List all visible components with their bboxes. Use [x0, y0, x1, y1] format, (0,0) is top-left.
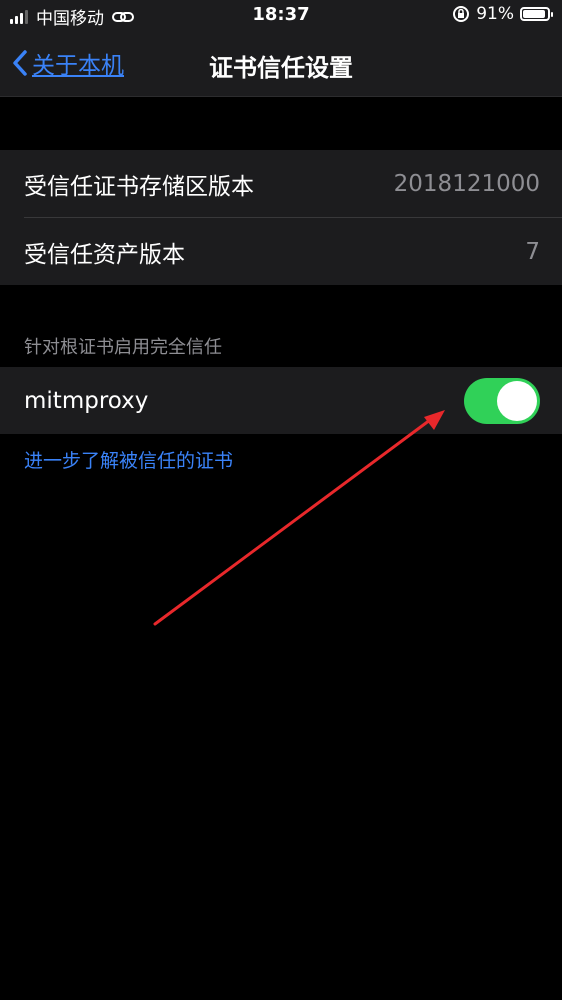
orientation-lock-icon	[453, 6, 470, 22]
page-title: 证书信任设置	[209, 54, 353, 82]
trust-store-version-row: 受信任证书存储区版本 2018121000	[0, 150, 562, 217]
status-bar: 中国移动 18:37 91%	[0, 0, 562, 32]
row-value: 2018121000	[393, 170, 540, 197]
cert-label: mitmproxy	[24, 387, 149, 414]
toggle-knob	[497, 380, 537, 421]
status-right: 91%	[452, 4, 553, 24]
cert-row-mitmproxy: mitmproxy	[0, 367, 562, 434]
trust-asset-version-row: 受信任资产版本 7	[0, 218, 562, 285]
root-cert-trust-group: mitmproxy	[0, 367, 562, 434]
row-value: 7	[525, 238, 540, 265]
row-label: 受信任证书存储区版本	[24, 173, 254, 200]
nav-bar: 关于本机 证书信任设置	[0, 32, 562, 97]
battery-percent: 91%	[476, 4, 514, 24]
battery-icon	[520, 7, 553, 21]
row-label: 受信任资产版本	[24, 241, 185, 268]
section-header: 针对根证书启用完全信任	[24, 337, 222, 358]
version-info-group: 受信任证书存储区版本 2018121000 受信任资产版本 7	[0, 150, 562, 285]
learn-more-link[interactable]: 进一步了解被信任的证书	[24, 446, 233, 473]
trust-toggle[interactable]	[464, 377, 540, 424]
